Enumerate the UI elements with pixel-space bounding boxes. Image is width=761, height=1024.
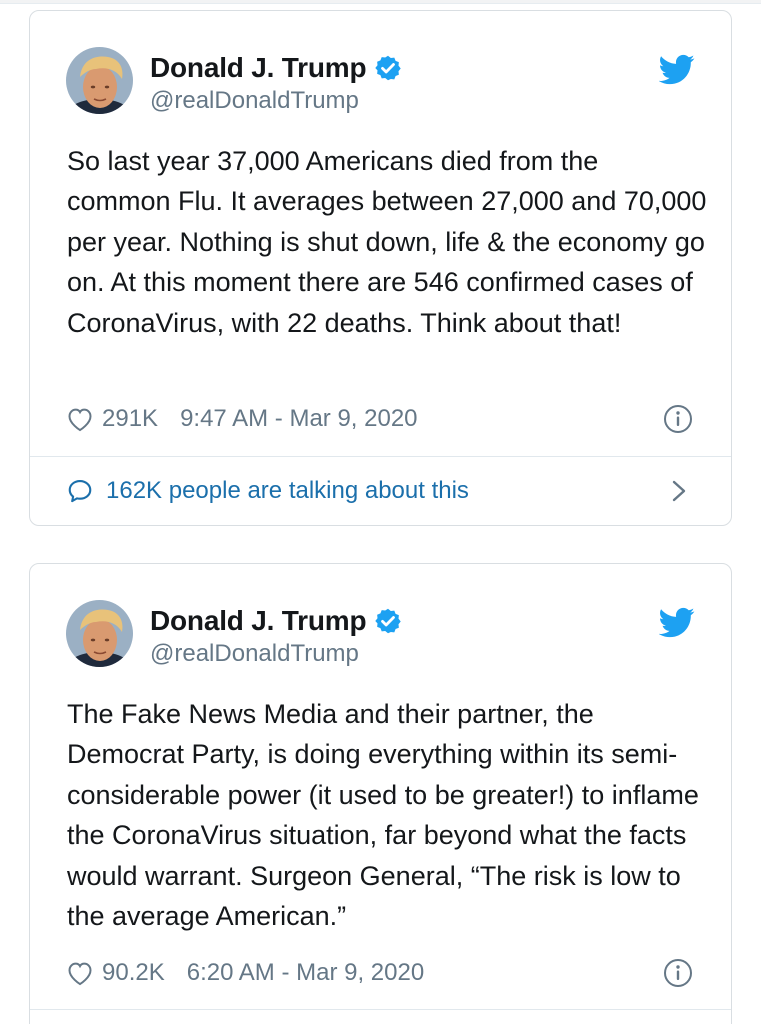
divider (30, 456, 731, 457)
author-name-row[interactable]: Donald J. Trump (150, 604, 402, 638)
display-name[interactable]: Donald J. Trump (150, 605, 367, 637)
verified-badge-icon (374, 54, 402, 82)
avatar[interactable] (66, 47, 133, 114)
info-icon[interactable] (663, 404, 693, 434)
tweet-card[interactable]: Donald J. Trump @realDonaldTrump The Fak… (29, 563, 732, 1024)
divider (30, 1009, 731, 1010)
profile-photo (66, 47, 133, 114)
heart-icon[interactable] (66, 960, 94, 986)
author-name-row[interactable]: Donald J. Trump (150, 51, 402, 85)
tweet-text: So last year 37,000 Americans died from … (67, 146, 707, 338)
heart-icon[interactable] (66, 406, 94, 432)
like-count[interactable]: 291K (102, 405, 158, 433)
tweet-meta: 291K 9:47 AM - Mar 9, 2020 (66, 401, 418, 437)
user-handle[interactable]: @realDonaldTrump (150, 87, 359, 115)
user-handle[interactable]: @realDonaldTrump (150, 640, 359, 668)
info-icon[interactable] (663, 958, 693, 988)
chevron-right-icon[interactable] (669, 477, 689, 505)
tweet-timestamp[interactable]: 9:47 AM - Mar 9, 2020 (180, 405, 417, 433)
conversation-count-label[interactable]: 162K people are talking about this (106, 477, 469, 505)
tweet-timestamp[interactable]: 6:20 AM - Mar 9, 2020 (187, 959, 424, 987)
twitter-bird-icon[interactable] (658, 51, 695, 87)
avatar[interactable] (66, 600, 133, 667)
tweet-card[interactable]: Donald J. Trump @realDonaldTrump So last… (29, 10, 732, 526)
verified-badge-icon (374, 607, 402, 635)
tweet-text: The Fake News Media and their partner, t… (67, 699, 699, 932)
speech-bubble-icon (66, 477, 94, 505)
like-count[interactable]: 90.2K (102, 959, 165, 987)
profile-photo (66, 600, 133, 667)
twitter-bird-icon[interactable] (658, 604, 695, 640)
conversation-link[interactable]: 162K people are talking about this (66, 473, 469, 509)
display-name[interactable]: Donald J. Trump (150, 52, 367, 84)
top-edge-divider (0, 0, 761, 4)
tweet-meta: 90.2K 6:20 AM - Mar 9, 2020 (66, 955, 424, 991)
